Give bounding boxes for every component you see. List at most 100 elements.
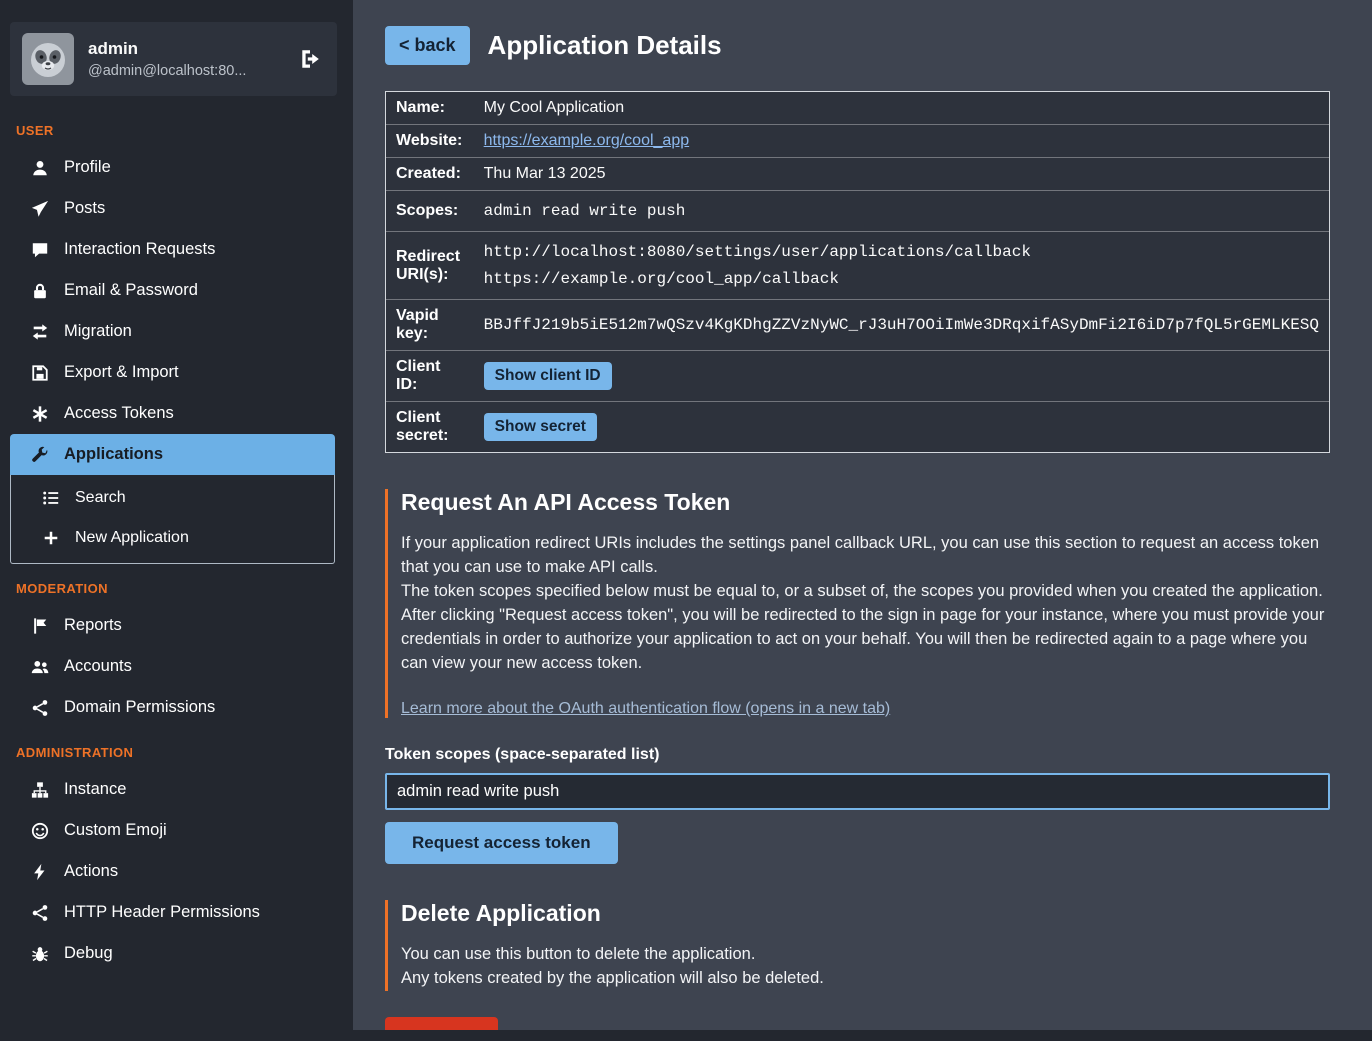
avatar [22,33,74,85]
sidebar-item-label: Reports [64,616,122,635]
sidebar-item-export-import[interactable]: Export & Import [10,352,335,393]
sidebar-item-http-header-permissions[interactable]: HTTP Header Permissions [10,892,335,933]
redirect-uri-1: http://localhost:8080/settings/user/appl… [484,239,1319,265]
user-card-text: admin @admin@localhost:80... [88,39,281,79]
logout-icon[interactable] [295,46,325,72]
floppy-disk-icon [30,364,50,382]
row-label: Vapid key: [386,299,474,350]
nav-section-header: MODERATION [10,564,335,605]
row-label: Created: [386,157,474,190]
delete-button[interactable]: Delete [385,1017,498,1030]
sidebar-item-label: Posts [64,199,105,218]
plus-icon [41,529,61,547]
list-icon [41,489,61,507]
request-token-heading: Request An API Access Token [401,489,1330,516]
flag-icon [30,617,50,635]
scopes-value: admin read write push [474,190,1329,231]
page-header: < back Application Details [385,26,1330,65]
sidebar-item-instance[interactable]: Instance [10,769,335,810]
sidebar-item-interaction-requests[interactable]: Interaction Requests [10,229,335,270]
sidebar-item-label: Actions [64,862,118,881]
bolt-icon [30,863,50,881]
vapid-key-value: BBJffJ219b5iE512m7wQSzv4KgKDhgZZVzNyWC_r… [474,299,1329,350]
show-client-id-button[interactable]: Show client ID [484,362,612,390]
tools-icon [30,446,50,464]
sidebar-subnav: Search New Application [10,475,335,564]
table-row-name: Name: My Cool Application [386,92,1329,124]
sidebar-item-search[interactable]: Search [11,478,334,518]
delete-application-section: Delete Application You can use this butt… [385,900,1330,991]
row-label: Name: [386,92,474,124]
comment-icon [30,241,50,259]
bug-icon [30,945,50,963]
token-scopes-label: Token scopes (space-separated list) [385,746,1330,764]
smiley-icon [30,822,50,840]
user-handle: @admin@localhost:80... [88,63,281,79]
delete-application-text: You can use this button to delete the ap… [401,943,1330,967]
user-icon [30,159,50,177]
sidebar-item-applications[interactable]: Applications [10,434,335,475]
application-details-table: Name: My Cool Application Website: https… [385,91,1330,453]
sidebar-item-label: Instance [64,780,126,799]
sidebar-item-label: Access Tokens [64,404,174,423]
users-icon [30,658,50,676]
sidebar-item-label: Domain Permissions [64,698,215,717]
redirect-uri-2: https://example.org/cool_app/callback [484,266,1319,292]
sidebar-item-label: HTTP Header Permissions [64,903,260,922]
main-content: < back Application Details Name: My Cool… [353,0,1372,1030]
transfer-arrows-icon [30,323,50,341]
row-label: Client secret: [386,401,474,452]
sidebar-item-debug[interactable]: Debug [10,933,335,974]
sidebar: admin @admin@localhost:80... USER Profile… [0,0,345,1041]
sidebar-item-label: Export & Import [64,363,179,382]
table-row-client-id: Client ID: Show client ID [386,350,1329,401]
table-row-client-secret: Client secret: Show secret [386,401,1329,452]
nav-section-header: USER [10,106,335,147]
delete-application-text: Any tokens created by the application wi… [401,967,1330,991]
lock-icon [30,282,50,300]
sidebar-item-label: Profile [64,158,111,177]
sidebar-item-email-password[interactable]: Email & Password [10,270,335,311]
sidebar-item-custom-emoji[interactable]: Custom Emoji [10,810,335,851]
website-link[interactable]: https://example.org/cool_app [484,132,689,149]
request-token-paragraph: After clicking "Request access token", y… [401,604,1330,676]
token-scopes-input[interactable] [385,773,1330,810]
sidebar-item-profile[interactable]: Profile [10,147,335,188]
request-token-section: Request An API Access Token If your appl… [385,489,1330,718]
sidebar-item-label: Interaction Requests [64,240,215,259]
sidebar-item-migration[interactable]: Migration [10,311,335,352]
sidebar-item-label: Debug [64,944,113,963]
page-title: Application Details [488,30,722,61]
row-label: Scopes: [386,190,474,231]
sidebar-item-domain-permissions[interactable]: Domain Permissions [10,687,335,728]
sidebar-item-label: Email & Password [64,281,198,300]
request-token-paragraph: The token scopes specified below must be… [401,580,1330,604]
sidebar-item-accounts[interactable]: Accounts [10,646,335,687]
sidebar-item-reports[interactable]: Reports [10,605,335,646]
share-nodes-icon [30,699,50,717]
sidebar-item-label: New Application [75,529,189,547]
request-button-row: Request access token [385,810,1330,864]
sidebar-item-label: Migration [64,322,132,341]
request-access-token-button[interactable]: Request access token [385,822,618,864]
row-label: Client ID: [386,350,474,401]
share-nodes-icon [30,904,50,922]
show-secret-button[interactable]: Show secret [484,413,597,441]
username: admin [88,39,281,59]
sidebar-item-new-application[interactable]: New Application [11,518,334,558]
application-name-value: My Cool Application [474,92,1329,124]
table-row-scopes: Scopes: admin read write push [386,190,1329,231]
user-card[interactable]: admin @admin@localhost:80... [10,22,337,96]
sidebar-item-posts[interactable]: Posts [10,188,335,229]
sidebar-item-actions[interactable]: Actions [10,851,335,892]
oauth-docs-link[interactable]: Learn more about the OAuth authenticatio… [401,700,890,718]
row-label: Redirect URI(s): [386,231,474,299]
asterisk-icon [30,405,50,423]
sidebar-group-applications: Applications Search New Application [10,434,335,564]
sidebar-item-access-tokens[interactable]: Access Tokens [10,393,335,434]
table-row-vapid-key: Vapid key: BBJffJ219b5iE512m7wQSzv4KgKDh… [386,299,1329,350]
back-button[interactable]: < back [385,26,470,65]
sidebar-item-label: Applications [64,445,163,464]
delete-application-heading: Delete Application [401,900,1330,927]
sidebar-item-label: Search [75,489,126,507]
